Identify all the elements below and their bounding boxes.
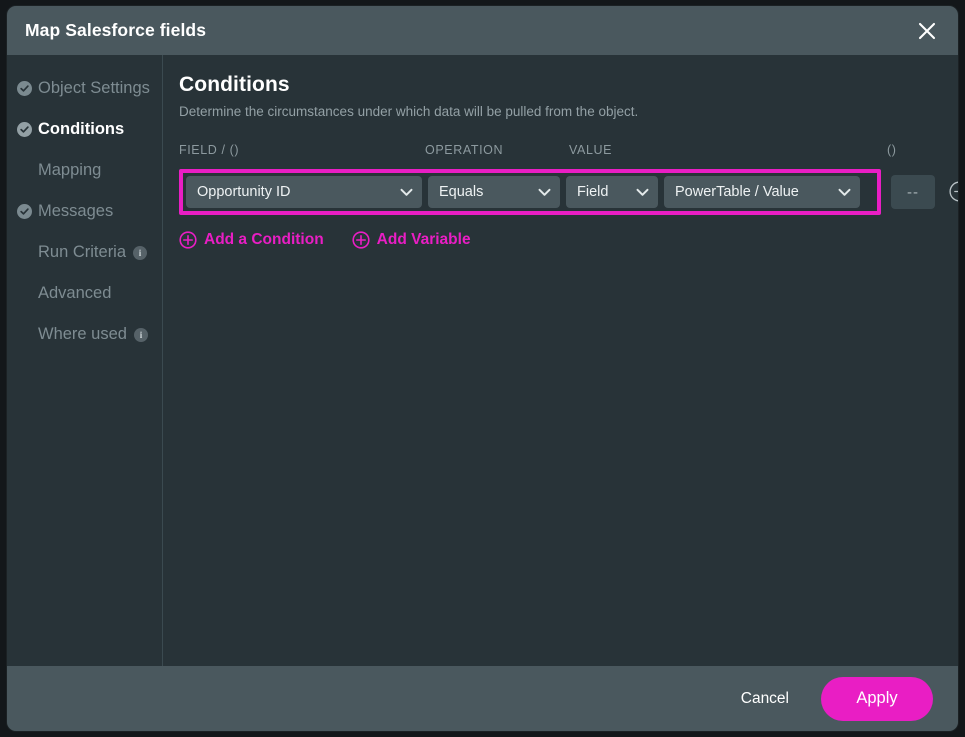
page-title: Conditions	[179, 73, 290, 96]
condition-value-value: PowerTable / Value	[675, 184, 799, 200]
condition-operation-select[interactable]: Equals	[428, 176, 560, 208]
conditions-panel: Conditions Determine the circumstances u…	[163, 55, 958, 666]
plus-circle-icon	[179, 231, 197, 249]
add-condition-button[interactable]: Add a Condition	[179, 231, 324, 249]
sidebar-item-label: Run Criteria	[38, 243, 127, 261]
condition-controls: Opportunity ID Equals Field PowerTable /…	[179, 169, 867, 215]
close-icon[interactable]	[910, 14, 944, 48]
condition-field-select[interactable]: Opportunity ID	[186, 176, 422, 208]
info-icon[interactable]: i	[133, 245, 148, 260]
sidebar-item-label: Mapping	[38, 161, 102, 179]
dialog-body: Object Settings Conditions Mapping Messa…	[7, 55, 958, 666]
condition-row: Opportunity ID Equals Field PowerTable /…	[179, 169, 958, 215]
chevron-down-icon	[838, 188, 851, 197]
dialog-footer: Cancel Apply	[7, 666, 958, 731]
add-variable-button[interactable]: Add Variable	[352, 231, 471, 249]
circle-minus-icon[interactable]	[948, 180, 958, 203]
condition-actions: Add a Condition Add Variable	[179, 231, 936, 249]
sidebar-item-run-criteria[interactable]: Run Criteria i	[7, 232, 162, 273]
sidebar-item-where-used[interactable]: Where used i	[7, 314, 162, 355]
dialog-titlebar: Map Salesforce fields	[7, 6, 958, 55]
add-condition-label: Add a Condition	[204, 231, 324, 248]
column-header-operation: OPERATION	[425, 143, 504, 157]
sidebar-item-conditions[interactable]: Conditions	[7, 109, 162, 150]
chevron-down-icon	[400, 188, 413, 197]
sidebar-item-messages[interactable]: Messages	[7, 191, 162, 232]
check-icon	[17, 204, 32, 219]
apply-button[interactable]: Apply	[821, 676, 933, 721]
plus-circle-icon	[352, 231, 370, 249]
condition-value-type-value: Field	[577, 184, 609, 200]
sidebar-item-label: Conditions	[38, 120, 125, 138]
sidebar-item-label: Where used	[38, 325, 127, 343]
sidebar-item-label: Object Settings	[38, 79, 150, 97]
condition-value-select[interactable]: PowerTable / Value	[664, 176, 860, 208]
sidebar-item-label: Messages	[38, 202, 114, 220]
chevron-down-icon	[636, 188, 649, 197]
map-salesforce-fields-dialog: Map Salesforce fields Object Settings Co…	[7, 6, 958, 731]
sidebar-item-mapping[interactable]: Mapping	[7, 150, 162, 191]
sidebar-item-advanced[interactable]: Advanced	[7, 273, 162, 314]
add-variable-label: Add Variable	[376, 231, 471, 248]
sidebar-item-object-settings[interactable]: Object Settings	[7, 68, 162, 109]
cancel-button[interactable]: Cancel	[731, 682, 799, 716]
column-header-field: FIELD / ()	[179, 143, 240, 157]
info-icon[interactable]: i	[133, 327, 148, 342]
column-header-paren: ()	[887, 143, 897, 157]
dialog-title: Map Salesforce fields	[25, 20, 207, 40]
condition-operation-value: Equals	[439, 184, 484, 200]
condition-column-headers: FIELD / () OPERATION VALUE ()	[179, 143, 936, 163]
sidebar-item-label: Advanced	[38, 284, 112, 302]
dialog-sidebar: Object Settings Conditions Mapping Messa…	[7, 55, 163, 666]
condition-close-paren-button[interactable]: --	[891, 175, 935, 209]
condition-field-value: Opportunity ID	[197, 184, 291, 200]
column-header-value: VALUE	[569, 143, 613, 157]
chevron-down-icon	[538, 188, 551, 197]
page-description: Determine the circumstances under which …	[179, 104, 639, 119]
condition-value-type-select[interactable]: Field	[566, 176, 658, 208]
check-icon	[17, 122, 32, 137]
check-icon	[17, 81, 32, 96]
